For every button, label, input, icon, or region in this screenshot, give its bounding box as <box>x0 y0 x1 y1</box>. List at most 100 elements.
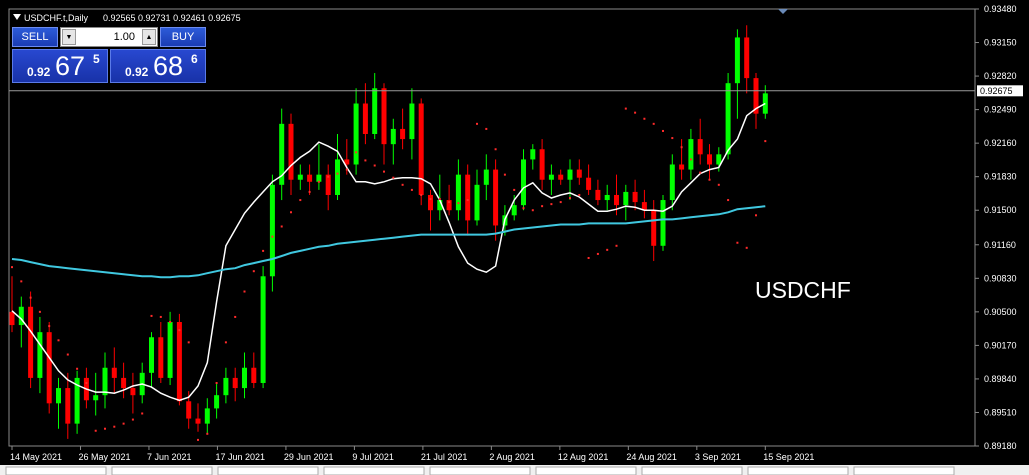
time-axis[interactable]: 14 May 2021 26 May 2021 7 Jun 2021 17 Jun 2… <box>10 446 814 462</box>
sar-dot <box>513 188 516 191</box>
buy-price-prefix: 0.92 <box>125 65 149 79</box>
y-tick-label: 0.90830 <box>984 273 1017 283</box>
sar-dot <box>48 325 51 328</box>
buy-price-button[interactable]: 0.92 68 6 <box>110 49 206 83</box>
candle-body <box>539 149 545 180</box>
candle-body <box>167 322 173 378</box>
x-tick-label: 21 Jul 2021 <box>421 452 468 462</box>
sar-dot <box>392 176 395 179</box>
candle <box>260 266 266 389</box>
current-price-label: 0.92675 <box>980 86 1013 96</box>
y-tick-label: 0.93150 <box>984 38 1017 48</box>
candle-body <box>614 194 619 206</box>
sar-dot <box>587 256 590 259</box>
candle-body <box>28 306 34 378</box>
lot-increase-icon[interactable]: ▲ <box>142 29 156 45</box>
sar-dot <box>652 122 655 125</box>
candle-body <box>260 276 266 383</box>
tab-5[interactable] <box>429 466 531 475</box>
candle-body <box>9 311 15 326</box>
candle-body <box>111 367 117 378</box>
sar-dot <box>234 315 237 318</box>
candle-body <box>362 103 368 135</box>
tab-2[interactable] <box>111 466 213 475</box>
sar-dot <box>689 158 692 161</box>
candle-body <box>65 388 71 424</box>
sar-dot <box>476 122 478 125</box>
sar-dot <box>150 314 153 317</box>
price-axis[interactable]: 0.93480 0.93150 0.92820 0.92490 0.92160 0.918… <box>975 4 1017 451</box>
tab-7[interactable] <box>641 466 743 475</box>
candle-body <box>269 184 275 277</box>
sar-dot <box>503 173 506 176</box>
candle-body <box>558 174 564 180</box>
candle-body <box>335 159 340 195</box>
sar-dot <box>531 209 534 212</box>
y-tick-label: 0.89510 <box>984 407 1017 417</box>
sar-dot <box>671 137 674 140</box>
sar-dot <box>299 199 302 202</box>
candle <box>176 313 182 406</box>
lot-size-value[interactable]: 1.00 <box>114 31 135 43</box>
candle-body <box>130 388 136 396</box>
sar-dot <box>197 438 199 441</box>
sar-dot <box>66 353 69 356</box>
sar-dot <box>141 412 144 415</box>
candle-body <box>632 191 638 203</box>
sar-dot <box>336 172 339 175</box>
candle-body <box>725 83 731 155</box>
x-tick-label: 17 Jun 2021 <box>215 452 265 462</box>
candle-body <box>46 332 52 404</box>
sell-price-button[interactable]: 0.92 67 5 <box>12 49 108 83</box>
candle-body <box>121 377 127 389</box>
x-tick-label: 2 Aug 2021 <box>489 452 535 462</box>
sar-dot <box>327 175 330 178</box>
tab-9[interactable] <box>853 466 955 475</box>
lot-size-input[interactable]: ▼ 1.00 ▲ <box>60 27 158 47</box>
candle-body <box>548 174 554 180</box>
lot-decrease-icon[interactable]: ▼ <box>62 29 76 45</box>
x-tick-label: 12 Aug 2021 <box>558 452 609 462</box>
sar-dot <box>559 201 562 204</box>
sell-button[interactable]: SELL <box>12 27 58 47</box>
sar-dot <box>727 199 730 202</box>
sar-dot <box>113 425 116 428</box>
y-tick-label: 0.93480 <box>984 4 1017 14</box>
sar-dot <box>169 321 172 324</box>
candle-body <box>651 210 657 246</box>
candle-body <box>390 128 396 145</box>
sar-dot <box>373 164 376 167</box>
candle-body <box>372 88 378 135</box>
sar-dot <box>76 367 79 370</box>
candle-body <box>586 177 592 190</box>
tab-3[interactable] <box>217 466 319 475</box>
buy-price-big: 68 <box>153 51 184 81</box>
sar-dot <box>206 432 209 435</box>
sar-dot <box>308 190 311 193</box>
y-tick-label: 0.92160 <box>984 138 1017 148</box>
sar-dot <box>224 341 227 344</box>
tab-1[interactable] <box>5 466 107 475</box>
candle-body <box>158 337 164 378</box>
candle-body <box>493 169 499 226</box>
tab-4[interactable] <box>323 466 425 475</box>
sar-dot <box>252 270 255 273</box>
candle-body <box>623 191 629 206</box>
sar-dot <box>159 315 162 318</box>
sar-dot <box>178 329 181 332</box>
candle-body <box>232 377 238 389</box>
tab-6[interactable] <box>535 466 637 475</box>
tab-8[interactable] <box>747 466 849 475</box>
sar-dot <box>345 168 348 171</box>
candle <box>418 98 424 206</box>
sar-dot <box>215 381 218 384</box>
ohlc-readout: 0.92565 0.92731 0.92461 0.92675 <box>103 13 241 23</box>
buy-button[interactable]: BUY <box>160 27 206 47</box>
sar-dot <box>94 429 97 432</box>
candle-body <box>530 149 536 160</box>
sar-dot <box>38 310 41 313</box>
sar-dot <box>448 201 451 204</box>
x-tick-label: 24 Aug 2021 <box>626 452 677 462</box>
candle-body <box>195 418 201 424</box>
sar-dot <box>717 183 720 186</box>
